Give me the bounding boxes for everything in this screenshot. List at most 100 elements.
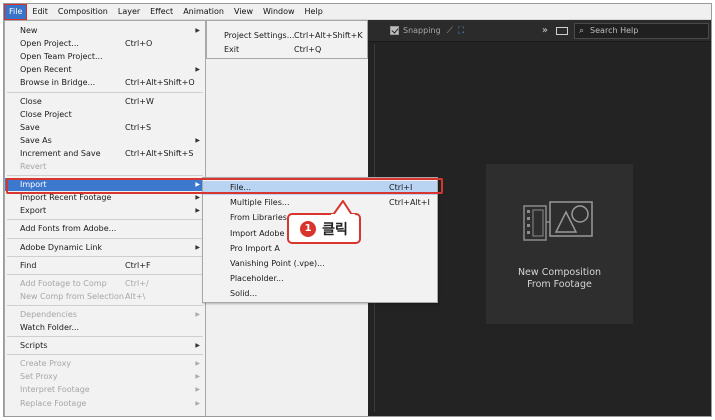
file-menu-item-watch-folder[interactable]: Watch Folder... (5, 321, 205, 334)
snapping-label: Snapping (403, 26, 441, 35)
snapping-checkbox[interactable] (390, 26, 399, 35)
expand-icon[interactable]: ⛶ (458, 26, 464, 36)
menu-item-label: Open Team Project... (20, 52, 103, 62)
submenu-arrow-icon: ▶ (195, 243, 200, 251)
menu-item-shortcut: Ctrl+O (125, 39, 153, 49)
menu-item-label: New Comp from Selection (20, 291, 124, 301)
file-menu-item-open-project[interactable]: Open Project... Ctrl+O (5, 37, 205, 50)
menu-item-shortcut: Ctrl+S (125, 122, 152, 132)
file-menu-item-save-as[interactable]: Save As ▶ (5, 134, 205, 147)
menu-item-project-settings[interactable]: Project Settings... Ctrl+Alt+Shift+K (207, 29, 367, 42)
click-callout: 1 클릭 (287, 213, 361, 244)
workspace-icon[interactable] (556, 26, 568, 35)
file-menu-item-set-proxy: Set Proxy ▶ (5, 370, 205, 383)
menu-item-label: Export (20, 206, 47, 216)
file-menu: New ▶ Open Project... Ctrl+O Open Team Proje… (4, 20, 206, 416)
file-menu-item-close-project[interactable]: Close Project (5, 108, 205, 121)
submenu-arrow-icon: ▶ (195, 66, 200, 74)
menubar-view[interactable]: View (229, 4, 258, 20)
menu-item-label: Multiple Files... (230, 198, 290, 208)
menu-item-label: Placeholder... (230, 274, 284, 284)
menubar-window[interactable]: Window (258, 4, 300, 20)
menu-separator (7, 273, 203, 275)
menu-item-exit[interactable]: Exit Ctrl+Q (207, 43, 367, 56)
menu-item-shortcut: Ctrl+Q (294, 45, 322, 54)
search-icon: ⌕ (579, 25, 585, 36)
file-menu-item-add-footage-to-comp: Add Footage to Comp Ctrl+/ (5, 277, 205, 290)
menubar-file[interactable]: File (4, 4, 28, 20)
import-menu-item-multiple-files[interactable]: Multiple Files... Ctrl+Alt+I (203, 196, 437, 210)
file-menu-item-find[interactable]: Find Ctrl+F (5, 259, 205, 272)
file-menu-item-open-team-project[interactable]: Open Team Project... (5, 50, 205, 63)
workspaces-chevron-icon[interactable]: » (542, 25, 548, 36)
menu-item-label: Close Project (20, 109, 72, 119)
menu-item-label: Set Proxy (20, 372, 58, 382)
file-menu-item-add-fonts-from-adobe[interactable]: Add Fonts from Adobe... (5, 222, 205, 235)
menu-item-label: Interpret Footage (20, 385, 90, 395)
menu-item-label: Scripts (20, 341, 48, 351)
file-menu-item-adobe-dynamic-link[interactable]: Adobe Dynamic Link ▶ (5, 241, 205, 254)
submenu-arrow-icon: ▶ (195, 136, 200, 144)
menu-item-label: Create Proxy (20, 359, 72, 369)
file-menu-item-interpret-footage: Interpret Footage ▶ (5, 383, 205, 396)
menu-item-label: Revert (20, 162, 47, 171)
file-menu-item-close[interactable]: Close Ctrl+W (5, 95, 205, 108)
menu-item-label: Save (20, 122, 40, 132)
menu-item-shortcut: Alt+\ (125, 291, 146, 301)
menu-item-label: Close (20, 96, 42, 106)
file-menu-item-new[interactable]: New ▶ (5, 24, 205, 37)
import-menu-item-placeholder[interactable]: Placeholder... (203, 272, 437, 286)
file-menu-item-create-proxy: Create Proxy ▶ (5, 357, 205, 370)
menu-item-label: New (20, 26, 38, 35)
submenu-arrow-icon: ▶ (195, 360, 200, 368)
menu-item-label: Dependencies (20, 309, 77, 319)
file-menu-extra-column: Project Settings... Ctrl+Alt+Shift+K Exit C… (206, 20, 368, 59)
submenu-arrow-icon: ▶ (195, 310, 200, 318)
menu-separator (7, 304, 203, 306)
submenu-arrow-icon: ▶ (195, 207, 200, 215)
menubar-edit[interactable]: Edit (27, 4, 53, 20)
menu-separator (7, 91, 203, 93)
menu-separator (7, 255, 203, 257)
import-menu-item-solid[interactable]: Solid... (203, 287, 437, 301)
file-menu-item-scripts[interactable]: Scripts ▶ (5, 339, 205, 352)
menu-item-label: Vanishing Point (.vpe)... (230, 259, 325, 268)
snap-icon[interactable]: ⟋ (447, 26, 453, 36)
submenu-arrow-icon: ▶ (195, 373, 200, 381)
menubar-effect[interactable]: Effect (145, 4, 178, 20)
callout-pointer (331, 200, 355, 217)
new-comp-line2: From Footage (527, 279, 592, 290)
submenu-arrow-icon: ▶ (195, 27, 200, 34)
menubar-composition[interactable]: Composition (53, 4, 113, 20)
menu-item-label: Increment and Save (20, 148, 101, 158)
file-menu-item-open-recent[interactable]: Open Recent ▶ (5, 63, 205, 76)
menu-item-label: Adobe Dynamic Link (20, 242, 103, 252)
menubar-animation[interactable]: Animation (178, 4, 229, 20)
menu-item-label: Exit (224, 45, 240, 54)
file-menu-item-export[interactable]: Export ▶ (5, 204, 205, 217)
menu-item-shortcut: Ctrl+F (125, 260, 151, 270)
menu-separator (7, 175, 203, 177)
submenu-arrow-icon: ▶ (195, 386, 200, 394)
import-menu-item-vanishing-point-vpe[interactable]: Vanishing Point (.vpe)... (203, 257, 437, 271)
menu-item-label: Browse in Bridge... (20, 78, 96, 88)
menu-item-label: Import Adobe (230, 228, 285, 238)
menu-item-label: Replace Footage (20, 398, 87, 408)
menu-item-label: Add Fonts from Adobe... (20, 224, 117, 234)
new-composition-from-footage-button[interactable]: New Composition From Footage (486, 164, 633, 324)
file-menu-item-dependencies: Dependencies ▶ (5, 308, 205, 321)
import-highlight-box (6, 178, 443, 194)
search-help-field[interactable]: ⌕ Search Help (574, 22, 709, 39)
footage-composition-icon (523, 201, 593, 241)
menu-item-label: Watch Folder... (20, 323, 80, 332)
file-menu-item-browse-in-bridge[interactable]: Browse in Bridge... Ctrl+Alt+Shift+O (5, 76, 205, 89)
menu-item-label: Project Settings... (224, 31, 295, 40)
file-menu-item-save[interactable]: Save Ctrl+S (5, 121, 205, 134)
menubar-help[interactable]: Help (300, 4, 328, 20)
menubar-layer[interactable]: Layer (113, 4, 145, 20)
file-menu-item-increment-and-save[interactable]: Increment and Save Ctrl+Alt+Shift+S (5, 147, 205, 160)
menubar: File Edit Composition Layer Effect Animation V… (4, 4, 711, 20)
menu-item-shortcut: Ctrl+/ (125, 278, 149, 288)
menu-item-shortcut: Ctrl+Alt+Shift+O (125, 78, 195, 88)
menu-item-label: Solid... (230, 289, 258, 299)
